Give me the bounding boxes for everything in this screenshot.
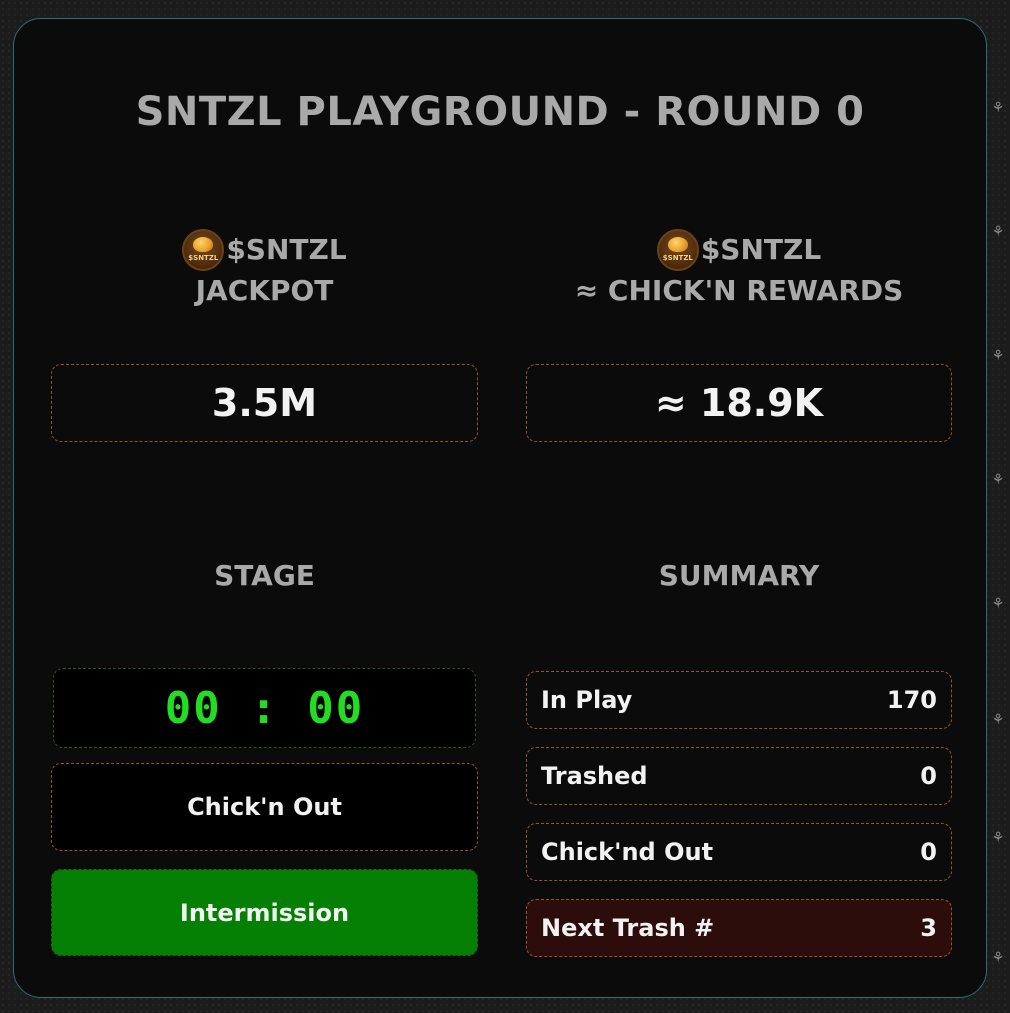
intermission-button[interactable]: Intermission	[51, 869, 478, 956]
summary-row-chicknd-out: Chick'nd Out 0	[526, 823, 952, 881]
page-title: SNTZL PLAYGROUND - ROUND 0	[135, 89, 865, 135]
chickn-out-button[interactable]: Chick'n Out	[51, 763, 478, 851]
summary-row-in-play: In Play 170	[526, 671, 952, 729]
background-doodle-icon: ⚘	[991, 224, 1005, 240]
summary-row-value: 0	[920, 838, 937, 866]
summary-row-value: 3	[920, 914, 937, 942]
summary-row-label: Trashed	[541, 762, 648, 790]
background-doodle-icon: ⚘	[991, 712, 1005, 728]
jackpot-label: JACKPOT	[195, 274, 334, 307]
background-doodle-icon: ⚘	[991, 348, 1005, 364]
summary-row-next-trash: Next Trash # 3	[526, 899, 952, 957]
summary-row-value: 0	[920, 762, 937, 790]
stage-heading: STAGE	[214, 559, 315, 592]
jackpot-value: 3.5M	[211, 381, 318, 425]
rewards-token: $SNTZL	[700, 233, 822, 266]
rewards-value-box: ≈ 18.9K	[526, 364, 952, 442]
sntzl-coin-icon: $SNTZL	[182, 229, 225, 271]
background-doodle-icon: ⚘	[991, 472, 1005, 488]
summary-heading: SUMMARY	[658, 559, 820, 592]
rewards-header: $SNTZL $SNTZL ≈ CHICK'N REWARDS	[526, 229, 952, 311]
summary-row-value: 170	[886, 686, 937, 714]
jackpot-header: $SNTZL $SNTZL JACKPOT	[51, 229, 478, 311]
sntzl-coin-icon: $SNTZL	[656, 229, 699, 271]
jackpot-value-box: 3.5M	[51, 364, 478, 442]
jackpot-token: $SNTZL	[226, 233, 347, 266]
rewards-label: ≈ CHICK'N REWARDS	[574, 274, 904, 307]
playground-panel: SNTZL PLAYGROUND - ROUND 0 $SNTZL $SNTZL…	[13, 18, 987, 998]
summary-row-label: Chick'nd Out	[541, 838, 714, 866]
background-doodle-icon: ⚘	[991, 596, 1005, 612]
summary-row-label: In Play	[541, 686, 633, 714]
summary-row-label: Next Trash #	[541, 914, 715, 942]
summary-row-trashed: Trashed 0	[526, 747, 952, 805]
background-doodle-icon: ⚘	[991, 830, 1005, 846]
background-doodle-icon: ⚘	[991, 950, 1005, 966]
stage-timer: 00 : 00	[53, 668, 476, 748]
background-doodle-icon: ⚘	[991, 100, 1005, 116]
rewards-value: ≈ 18.9K	[654, 381, 824, 425]
